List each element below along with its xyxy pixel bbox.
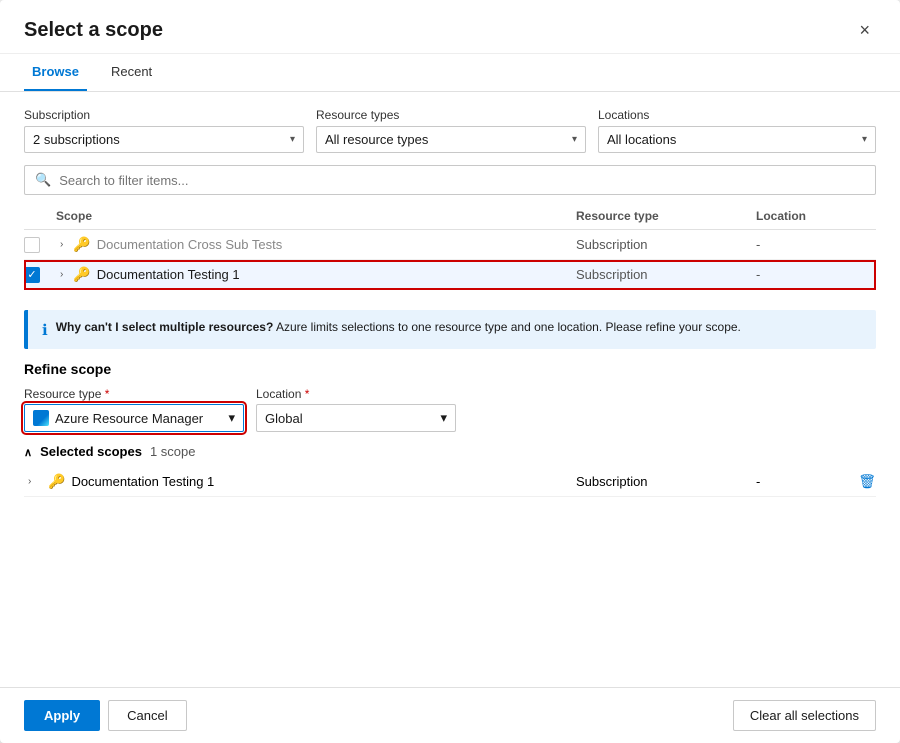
refine-location-group: Location * Global [256,387,456,432]
refine-select-icon-group: Azure Resource Manager [33,410,203,426]
dialog-footer: Apply Cancel Clear all selections [0,687,900,743]
refine-location-chevron-icon [440,410,447,426]
dialog-header: Select a scope × [0,0,900,54]
refine-resource-type-label: Resource type * [24,387,244,401]
scope-row-location: - [756,474,836,489]
col-location: Location [756,209,876,223]
locations-chevron-icon [862,134,867,145]
refine-resource-type-value: Azure Resource Manager [55,411,203,426]
dialog-title: Select a scope [24,19,163,42]
selected-scopes-title: Selected scopes [40,444,142,459]
row2-scope: 🔑 Documentation Testing 1 [56,266,576,283]
row2-checkbox-cell [24,267,56,283]
scope-row-key-icon: 🔑 [48,473,65,490]
tab-browse[interactable]: Browse [24,54,87,91]
info-text: Why can't I select multiple resources? A… [56,320,741,334]
resource-types-dropdown[interactable]: All resource types [316,126,586,153]
locations-filter: Locations All locations [598,108,876,153]
row1-expand-icon[interactable] [56,237,67,252]
info-banner: ℹ Why can't I select multiple resources?… [24,310,876,349]
required-asterisk: * [105,387,110,401]
row2-name: Documentation Testing 1 [97,267,240,282]
subscription-label: Subscription [24,108,304,122]
collapse-icon[interactable] [24,444,32,459]
info-icon: ℹ [42,321,48,339]
apply-button[interactable]: Apply [24,700,100,731]
resource-types-value: All resource types [325,132,428,147]
locations-label: Locations [598,108,876,122]
dialog-body: Subscription 2 subscriptions Resource ty… [0,92,900,687]
refine-location-label: Location * [256,387,456,401]
footer-left: Apply Cancel [24,700,187,731]
selected-scopes-section: Selected scopes 1 scope 🔑 Documentation … [24,444,876,497]
scope-row-type: Subscription [576,474,756,489]
refine-resource-chevron-icon [228,410,235,426]
scope-row-expand-icon[interactable] [24,474,48,489]
resource-types-chevron-icon [572,134,577,145]
locations-value: All locations [607,132,676,147]
azure-resource-icon [33,410,49,426]
resource-types-label: Resource types [316,108,586,122]
col-scope: Scope [56,209,576,223]
refine-title: Refine scope [24,361,876,377]
search-input[interactable] [59,173,865,188]
table-row[interactable]: 🔑 Documentation Testing 1 Subscription - [24,260,876,290]
table-row[interactable]: 🔑 Documentation Cross Sub Tests Subscrip… [24,230,876,260]
row1-checkbox-cell [24,237,56,253]
search-icon: 🔍 [35,172,51,188]
selected-scopes-header: Selected scopes 1 scope [24,444,876,459]
search-bar: 🔍 [24,165,876,195]
selected-scope-row: 🔑 Documentation Testing 1 Subscription -… [24,467,876,497]
location-required-asterisk: * [305,387,310,401]
refine-resource-type-group: Resource type * Azure Resource Manager [24,387,244,432]
subscription-dropdown[interactable]: 2 subscriptions [24,126,304,153]
subscription-value: 2 subscriptions [33,132,120,147]
row2-checkbox[interactable] [24,267,40,283]
row1-name: Documentation Cross Sub Tests [97,237,282,252]
row2-type: Subscription [576,267,756,282]
refine-location-value: Global [265,411,303,426]
scope-row-name-cell: 🔑 Documentation Testing 1 [48,473,576,490]
scope-row-name: Documentation Testing 1 [71,474,214,489]
info-detail: Azure limits selections to one resource … [273,320,741,334]
cancel-button[interactable]: Cancel [108,700,186,731]
row1-location: - [756,237,876,252]
row1-key-icon: 🔑 [73,236,90,253]
info-bold: Why can't I select multiple resources? [56,320,274,334]
resource-types-filter: Resource types All resource types [316,108,586,153]
row1-scope: 🔑 Documentation Cross Sub Tests [56,236,576,253]
locations-dropdown[interactable]: All locations [598,126,876,153]
scope-count: 1 scope [150,444,196,459]
tab-recent[interactable]: Recent [103,54,160,91]
refine-row: Resource type * Azure Resource Manager L… [24,387,876,432]
scope-row-delete-icon[interactable]: 🗑 [836,473,876,490]
row2-expand-icon[interactable] [56,267,67,282]
row1-checkbox[interactable] [24,237,40,253]
table-header: Scope Resource type Location [24,203,876,230]
tabs-container: Browse Recent [0,54,900,92]
row1-type: Subscription [576,237,756,252]
select-scope-dialog: Select a scope × Browse Recent Subscript… [0,0,900,743]
subscription-chevron-icon [290,134,295,145]
row2-location: - [756,267,876,282]
col-resource-type: Resource type [576,209,756,223]
refine-section: Refine scope Resource type * Azure Resou… [24,361,876,432]
subscription-filter: Subscription 2 subscriptions [24,108,304,153]
refine-location-dropdown[interactable]: Global [256,404,456,432]
refine-resource-type-dropdown[interactable]: Azure Resource Manager [24,404,244,432]
col-checkbox [24,209,56,223]
clear-all-button[interactable]: Clear all selections [733,700,876,731]
filters-row: Subscription 2 subscriptions Resource ty… [24,108,876,153]
row2-key-icon: 🔑 [73,266,90,283]
close-button[interactable]: × [853,18,876,43]
